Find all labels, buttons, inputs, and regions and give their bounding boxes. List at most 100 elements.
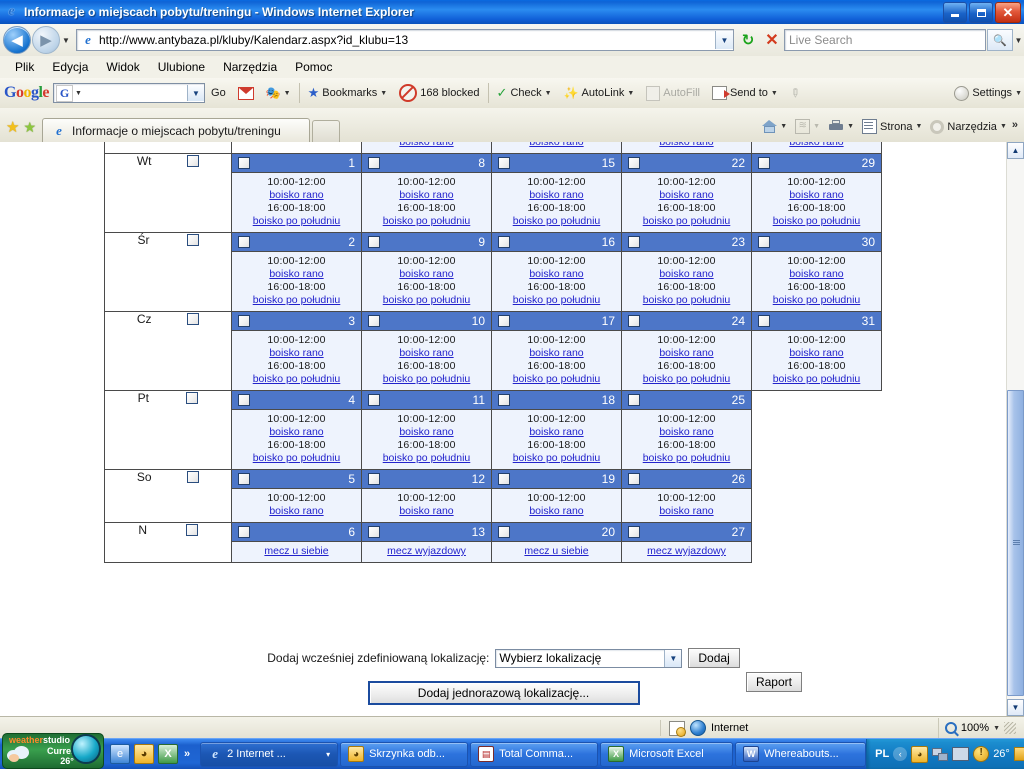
menu-item-plik[interactable]: Plik bbox=[6, 58, 43, 76]
resize-grip-icon[interactable] bbox=[1004, 722, 1016, 734]
favorites-center-icon[interactable]: ★ bbox=[6, 118, 19, 136]
slot-place-link[interactable]: boisko rano bbox=[399, 505, 453, 517]
network-icon[interactable] bbox=[932, 747, 949, 761]
day-checkbox[interactable] bbox=[368, 394, 380, 406]
slot-place-link[interactable]: boisko po południu bbox=[773, 215, 861, 227]
chevron-down-icon[interactable]: ▼ bbox=[993, 725, 1000, 732]
browser-tab-active[interactable]: e Informacje o miejscach pobytu/treningu bbox=[42, 118, 311, 143]
forward-button[interactable]: ▶ bbox=[32, 26, 60, 54]
google-sendto-button[interactable]: Send to ▼ bbox=[706, 80, 784, 106]
slot-place-link[interactable]: boisko rano bbox=[789, 347, 843, 359]
slot-place-link[interactable]: boisko po południu bbox=[513, 215, 601, 227]
search-box[interactable]: Live Search bbox=[784, 29, 986, 51]
slot-place-link[interactable]: boisko po południu bbox=[773, 294, 861, 306]
slot-place-link[interactable]: boisko rano bbox=[269, 347, 323, 359]
day-select-checkbox[interactable] bbox=[185, 524, 198, 536]
close-button[interactable]: ✕ bbox=[995, 2, 1021, 23]
search-provider-dropdown[interactable]: ▼ bbox=[1013, 36, 1024, 45]
toolbar-overflow-button[interactable]: » bbox=[1012, 119, 1018, 131]
slot-place-link[interactable]: boisko po południu bbox=[383, 294, 471, 306]
taskbar-button-mail[interactable]: ◕ Skrzynka odb... bbox=[340, 741, 469, 767]
stop-button[interactable]: ✕ bbox=[760, 28, 784, 52]
folder-icon[interactable] bbox=[1013, 747, 1024, 761]
print-button[interactable]: ▼ bbox=[825, 118, 857, 135]
slot-place-link[interactable]: boisko po południu bbox=[513, 294, 601, 306]
security-zone-indicator[interactable]: Internet bbox=[661, 720, 748, 737]
slot-place-link[interactable]: boisko po południu bbox=[383, 452, 471, 464]
day-checkbox[interactable] bbox=[498, 473, 510, 485]
address-bar[interactable]: e http://www.antybaza.pl/kluby/Kalendarz… bbox=[76, 29, 734, 51]
quicklaunch-overflow-button[interactable]: » bbox=[184, 748, 190, 760]
slot-place-link[interactable]: boisko po południu bbox=[643, 452, 731, 464]
menu-item-widok[interactable]: Widok bbox=[97, 58, 148, 76]
slot-place-link[interactable]: boisko rano bbox=[529, 426, 583, 438]
slot-place-link[interactable]: boisko po południu bbox=[253, 215, 341, 227]
back-button[interactable]: ◀ bbox=[3, 26, 31, 54]
slot-place-link[interactable]: boisko rano bbox=[529, 142, 583, 148]
slot-place-link[interactable]: boisko rano bbox=[399, 142, 453, 148]
add-one-time-location-button[interactable]: Dodaj jednorazową lokalizację... bbox=[367, 681, 640, 705]
slot-place-link[interactable]: boisko rano bbox=[399, 268, 453, 280]
day-checkbox[interactable] bbox=[238, 394, 250, 406]
menu-item-ulubione[interactable]: Ulubione bbox=[149, 58, 214, 76]
new-tab-button[interactable] bbox=[312, 120, 341, 143]
google-apps-button[interactable]: 🎭 ▼ bbox=[260, 80, 297, 106]
tray-expand-button[interactable]: ‹ bbox=[893, 747, 908, 761]
address-dropdown-button[interactable]: ▼ bbox=[715, 31, 733, 49]
minimize-button[interactable] bbox=[943, 2, 967, 23]
scrollbar-track[interactable] bbox=[1007, 159, 1024, 699]
day-checkbox[interactable] bbox=[238, 315, 250, 327]
search-input[interactable]: Live Search bbox=[785, 33, 852, 47]
google-highlight-button[interactable]: ✎ bbox=[784, 80, 806, 106]
google-search-history-button[interactable]: ▼ bbox=[187, 85, 205, 101]
slot-place-link[interactable]: boisko rano bbox=[399, 426, 453, 438]
menu-item-edycja[interactable]: Edycja bbox=[43, 58, 97, 76]
slot-place-link[interactable]: boisko rano bbox=[399, 347, 453, 359]
day-select-checkbox[interactable] bbox=[186, 234, 199, 246]
day-checkbox[interactable] bbox=[758, 236, 770, 248]
day-select-checkbox[interactable] bbox=[187, 471, 200, 483]
menu-item-pomoc[interactable]: Pomoc bbox=[286, 58, 341, 76]
language-indicator[interactable]: PL bbox=[875, 748, 889, 760]
slot-place-link[interactable]: boisko rano bbox=[269, 268, 323, 280]
slot-place-link[interactable]: boisko po południu bbox=[643, 373, 731, 385]
search-button[interactable]: 🔍 bbox=[987, 29, 1013, 51]
taskbar-button-total-commander[interactable]: ▤ Total Comma... bbox=[470, 741, 599, 767]
match-link[interactable]: mecz u siebie bbox=[264, 545, 328, 557]
slot-place-link[interactable]: boisko rano bbox=[659, 142, 713, 148]
chevron-down-icon[interactable]: ▾ bbox=[326, 750, 330, 759]
day-checkbox[interactable] bbox=[238, 526, 250, 538]
google-check-button[interactable]: ✓ Check ▼ bbox=[491, 80, 558, 106]
feeds-button[interactable]: ≋ ▼ bbox=[792, 117, 823, 136]
scroll-down-button[interactable]: ▼ bbox=[1007, 699, 1024, 716]
day-select-checkbox[interactable] bbox=[187, 313, 200, 325]
day-checkbox[interactable] bbox=[498, 526, 510, 538]
zoom-control[interactable]: 100% ▼ bbox=[937, 717, 1024, 739]
day-checkbox[interactable] bbox=[368, 236, 380, 248]
google-autolink-button[interactable]: ✨ AutoLink ▼ bbox=[558, 80, 641, 106]
slot-place-link[interactable]: boisko rano bbox=[659, 426, 713, 438]
day-checkbox[interactable] bbox=[758, 315, 770, 327]
day-checkbox[interactable] bbox=[368, 315, 380, 327]
slot-place-link[interactable]: boisko rano bbox=[529, 189, 583, 201]
tools-menu-button[interactable]: Narzędzia ▼ bbox=[927, 118, 1009, 136]
taskbar-button-excel[interactable]: X Microsoft Excel bbox=[600, 741, 734, 767]
refresh-button[interactable]: ↻ bbox=[736, 28, 760, 52]
maximize-button[interactable] bbox=[969, 2, 993, 23]
google-go-button[interactable]: Go bbox=[205, 80, 232, 106]
scrollbar-thumb[interactable] bbox=[1007, 390, 1024, 696]
day-checkbox[interactable] bbox=[628, 473, 640, 485]
google-blocked-counter[interactable]: 168 blocked bbox=[393, 80, 485, 106]
slot-place-link[interactable]: boisko rano bbox=[789, 189, 843, 201]
taskbar-button-internet[interactable]: e 2 Internet ... ▾ bbox=[200, 741, 339, 767]
slot-place-link[interactable]: boisko rano bbox=[659, 189, 713, 201]
day-select-checkbox[interactable] bbox=[186, 392, 199, 404]
page-vertical-scrollbar[interactable]: ▲ ▼ bbox=[1006, 142, 1024, 716]
quicklaunch-clock-icon[interactable]: ◕ bbox=[134, 744, 154, 764]
slot-place-link[interactable]: boisko po południu bbox=[513, 373, 601, 385]
google-bookmarks-button[interactable]: ★ Bookmarks ▼ bbox=[302, 80, 394, 106]
slot-place-link[interactable]: boisko rano bbox=[789, 268, 843, 280]
page-menu-button[interactable]: Strona ▼ bbox=[859, 117, 925, 136]
slot-place-link[interactable]: boisko po południu bbox=[253, 373, 341, 385]
day-checkbox[interactable] bbox=[368, 473, 380, 485]
